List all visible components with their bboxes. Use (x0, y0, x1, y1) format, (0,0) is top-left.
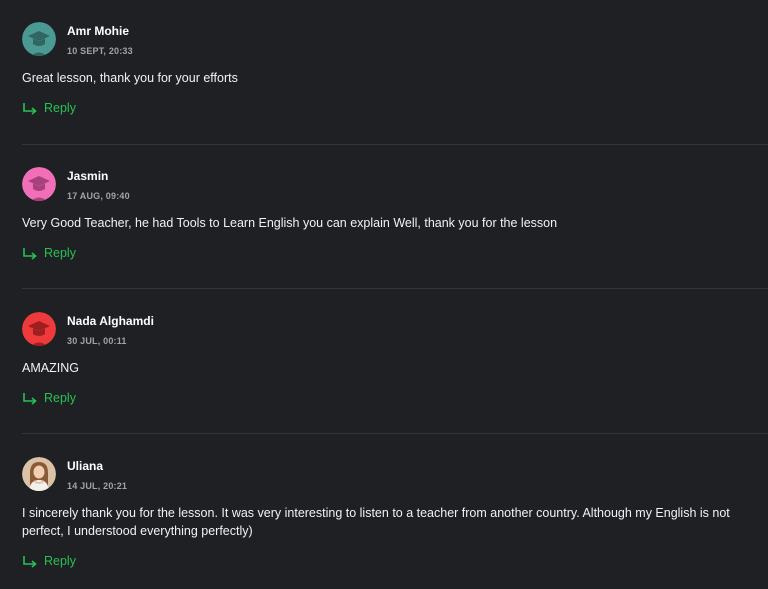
graduation-cap-icon (22, 312, 56, 346)
comment-date: 30 JUL, 00:11 (67, 336, 127, 346)
reply-arrow-icon (23, 103, 37, 115)
graduation-cap-icon (22, 167, 56, 201)
reply-label: Reply (44, 391, 76, 405)
comment-date: 17 AUG, 09:40 (67, 191, 130, 201)
comment-text: I sincerely thank you for the lesson. It… (22, 506, 730, 538)
reply-label: Reply (44, 246, 76, 260)
divider (22, 433, 768, 434)
divider (22, 144, 768, 145)
reply-arrow-icon (23, 556, 37, 568)
comment-date: 14 JUL, 20:21 (67, 481, 128, 491)
graduation-cap-icon (22, 22, 56, 56)
reply-arrow-icon (23, 248, 37, 260)
comment-author: Jasmin (67, 169, 109, 183)
comment-text: Very Good Teacher, he had Tools to Learn… (22, 216, 558, 230)
avatar[interactable] (22, 312, 56, 346)
reply-label: Reply (44, 554, 76, 568)
avatar[interactable] (22, 457, 56, 491)
divider (22, 288, 768, 289)
reply-label: Reply (44, 101, 76, 115)
comment-author: Nada Alghamdi (67, 314, 154, 328)
reply-button[interactable]: Reply (22, 244, 76, 262)
avatar[interactable] (22, 22, 56, 56)
comment-text: AMAZING (22, 361, 79, 375)
comment-date: 10 SEPT, 20:33 (67, 46, 133, 56)
comment-author: Uliana (67, 459, 104, 473)
reply-button[interactable]: Reply (22, 389, 76, 407)
avatar[interactable] (22, 167, 56, 201)
reply-button[interactable]: Reply (22, 552, 76, 570)
reply-arrow-icon (23, 393, 37, 405)
user-photo (22, 457, 56, 491)
reply-button[interactable]: Reply (22, 99, 76, 117)
comment-text: Great lesson, thank you for your efforts (22, 71, 238, 85)
comment-author: Amr Mohie (67, 24, 130, 38)
